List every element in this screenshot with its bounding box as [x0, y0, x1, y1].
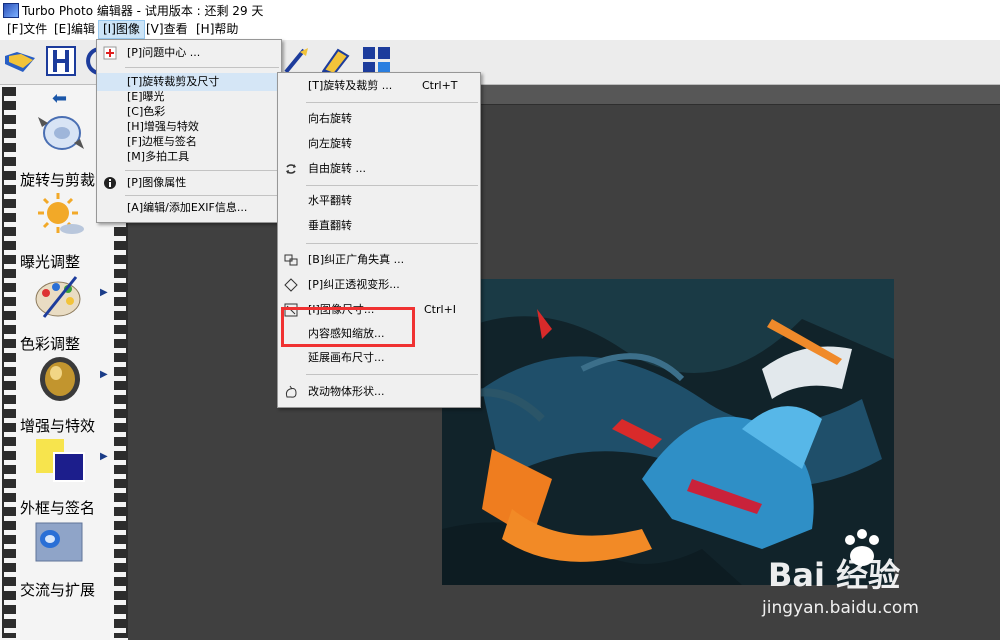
expand-arrow-icon[interactable]: ▶: [100, 451, 108, 462]
lens-filter-icon: [40, 357, 80, 401]
menu-item-problem-center[interactable]: [P]问题中心 ...: [97, 44, 281, 62]
expand-arrow-icon[interactable]: ▶: [100, 287, 108, 298]
menu-item-label: 垂直翻转: [308, 219, 352, 232]
tool-label: 外框与签名: [20, 499, 96, 517]
menu-item-label: 延展画布尺寸...: [308, 351, 385, 364]
menu-item-label: 向左旋转: [308, 137, 352, 150]
tool-label: 增强与特效: [20, 417, 96, 435]
menu-item-flip-vertical[interactable]: 垂直翻转: [278, 217, 480, 235]
menu-image[interactable]: [I]图像: [98, 20, 145, 39]
menu-item-rotate-right[interactable]: 向右旋转: [278, 110, 480, 128]
menu-item-reshape-object[interactable]: 改动物体形状...: [278, 383, 480, 401]
window-title: Turbo Photo 编辑器 - 试用版本 : 还剩 29 天: [22, 4, 264, 18]
menu-separator: [306, 102, 478, 103]
menu-item-free-rotate[interactable]: 自由旋转 ...: [278, 160, 480, 178]
menu-separator: [306, 185, 478, 186]
frame-signature-icon: [36, 439, 85, 482]
menu-item-label: 向右旋转: [308, 112, 352, 125]
menu-item-extend-canvas[interactable]: 延展画布尺寸...: [278, 349, 480, 367]
menu-separator: [125, 195, 279, 196]
menu-separator: [306, 374, 478, 375]
menu-file[interactable]: [F]文件: [3, 21, 51, 38]
rotate-crop-submenu: [T]旋转及裁剪 ... Ctrl+T 向右旋转 向左旋转 自由旋转 ... 水…: [277, 72, 481, 408]
shortcut-label: Ctrl+I: [424, 303, 457, 316]
menu-item-label: 改动物体形状...: [308, 385, 385, 398]
plus-cross-icon: [103, 46, 117, 60]
back-arrow-icon[interactable]: ⬅: [52, 90, 67, 108]
share-extend-icon: [35, 522, 83, 562]
tool-color[interactable]: 色彩调整 ▶: [16, 273, 114, 353]
film-strip-left: [2, 87, 16, 638]
menu-item-multi-shot[interactable]: [M]多拍工具: [97, 148, 281, 166]
menu-item-label: 自由旋转 ...: [308, 162, 366, 175]
rotate-crop-icon: [38, 116, 84, 150]
menu-item-rotate-left[interactable]: 向左旋转: [278, 135, 480, 153]
menu-item-label: [P]图像属性: [127, 176, 187, 189]
tool-label: 旋转与剪裁: [20, 171, 96, 189]
watermark-url: jingyan.baidu.com: [762, 598, 919, 618]
tool-enhance-effects[interactable]: 增强与特效 ▶: [16, 355, 114, 435]
menu-help[interactable]: [H]帮助: [192, 21, 242, 38]
baidu-jingyan-watermark: Bai 经验 jingyan.baidu.com: [762, 528, 1000, 640]
menu-item-flip-horizontal[interactable]: 水平翻转: [278, 192, 480, 210]
free-rotate-icon: [286, 164, 296, 174]
info-icon: [104, 177, 116, 189]
watermark-brand: Bai 经验: [768, 556, 901, 594]
reshape-icon: [285, 385, 297, 398]
tool-share-extend[interactable]: 交流与扩展: [16, 519, 114, 599]
menu-item-label: [P]纠正透视变形...: [308, 278, 400, 291]
tool-label: 交流与扩展: [20, 581, 96, 599]
menu-item-label: [B]纠正广角失真 ...: [308, 253, 405, 266]
open-folder-icon[interactable]: [3, 44, 37, 78]
app-icon: [3, 3, 19, 18]
menu-item-label: [T]旋转及裁剪 ...: [308, 79, 393, 92]
expand-arrow-icon[interactable]: ▶: [100, 369, 108, 380]
menu-item-edit-exif[interactable]: [A]编辑/添加EXIF信息...: [97, 199, 281, 217]
palette-icon: [35, 276, 81, 318]
menu-item-perspective-correction[interactable]: [P]纠正透视变形...: [278, 276, 480, 294]
wide-angle-icon: [284, 254, 298, 266]
menu-separator: [306, 243, 478, 244]
menu-bar: [F]文件 [E]编辑 [I]图像 [V]查看 [H]帮助: [0, 20, 1000, 40]
menu-item-label: [A]编辑/添加EXIF信息...: [127, 201, 248, 214]
shortcut-label: Ctrl+T: [422, 79, 458, 92]
menu-item-label: [M]多拍工具: [127, 150, 190, 163]
menu-item-label: [P]问题中心 ...: [127, 46, 201, 59]
tool-frame-signature[interactable]: 外框与签名 ▶: [16, 437, 114, 517]
menu-separator: [125, 170, 279, 171]
image-menu-dropdown: [P]问题中心 ... [T]旋转裁剪及尺寸 [E]曝光 [C]色彩 [H]增强…: [96, 39, 282, 223]
menu-edit[interactable]: [E]编辑: [50, 21, 99, 38]
menu-item-rotate-and-crop[interactable]: [T]旋转及裁剪 ... Ctrl+T: [278, 77, 480, 95]
save-icon[interactable]: [44, 44, 78, 78]
perspective-icon: [284, 278, 298, 292]
menu-separator: [125, 67, 279, 68]
sun-exposure-icon: [38, 193, 84, 234]
tool-label: 曝光调整: [20, 253, 81, 271]
menu-view[interactable]: [V]查看: [142, 21, 192, 38]
menu-item-wide-angle-correction[interactable]: [B]纠正广角失真 ...: [278, 251, 480, 269]
title-bar: Turbo Photo 编辑器 - 试用版本 : 还剩 29 天: [0, 0, 1000, 20]
highlight-annotation-box: [281, 307, 415, 347]
menu-item-label: 水平翻转: [308, 194, 352, 207]
menu-item-image-properties[interactable]: [P]图像属性: [97, 174, 281, 192]
tool-label: 色彩调整: [20, 335, 81, 353]
